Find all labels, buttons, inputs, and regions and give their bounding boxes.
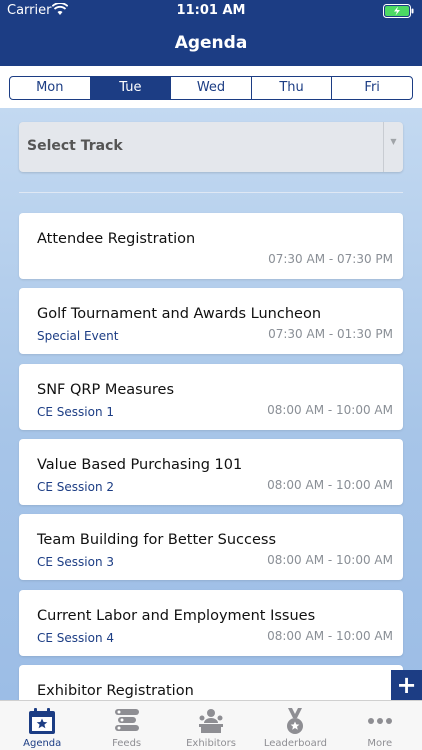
clock: 11:01 AM — [176, 3, 246, 18]
session-card[interactable]: Current Labor and Employment Issues CE S… — [19, 590, 403, 656]
tab-label: Leaderboard — [263, 738, 327, 749]
track-select[interactable]: Select Track ▼ — [19, 122, 403, 172]
tab-exhibitors[interactable]: Exhibitors — [169, 701, 253, 750]
tab-label: Exhibitors — [186, 738, 236, 749]
session-card[interactable]: Attendee Registration 07:30 AM - 07:30 P… — [19, 213, 403, 279]
tab-label: Feeds — [112, 738, 142, 749]
tab-feeds[interactable]: Feeds — [84, 701, 168, 750]
chevron-down-icon: ▼ — [383, 122, 403, 172]
session-track: Special Event — [37, 329, 119, 343]
session-title: Value Based Purchasing 101 — [37, 457, 243, 473]
battery-icon — [383, 4, 414, 18]
day-tab-thu[interactable]: Thu — [250, 77, 332, 99]
status-bar: Carrier 11:01 AM — [0, 0, 422, 22]
session-track: CE Session 1 — [37, 405, 115, 419]
day-tab-tue[interactable]: Tue — [89, 77, 171, 99]
session-time: 08:00 AM - 10:00 AM — [267, 553, 393, 567]
day-tab-wed[interactable]: Wed — [170, 77, 251, 99]
session-track: CE Session 3 — [37, 555, 115, 569]
session-title: Team Building for Better Success — [37, 532, 277, 548]
tab-leaderboard[interactable]: Leaderboard — [253, 701, 337, 750]
session-time: 08:00 AM - 10:00 AM — [267, 478, 393, 492]
track-select-label: Select Track — [27, 138, 123, 154]
session-title: Current Labor and Employment Issues — [37, 608, 316, 624]
day-tab-mon[interactable]: Mon — [10, 77, 90, 99]
session-title: SNF QRP Measures — [37, 382, 175, 398]
tab-agenda[interactable]: Agenda — [0, 701, 84, 750]
session-title: Golf Tournament and Awards Luncheon — [37, 306, 322, 322]
session-time: 08:00 AM - 10:00 AM — [267, 629, 393, 643]
tab-more[interactable]: More — [338, 701, 422, 750]
session-card[interactable]: Exhibitor Registration — [19, 665, 403, 700]
add-button[interactable]: + — [391, 670, 422, 701]
session-title: Exhibitor Registration — [37, 683, 194, 699]
tab-label: More — [367, 738, 393, 749]
header: Carrier 11:01 AM Agenda — [0, 0, 422, 66]
page-title: Agenda — [174, 33, 248, 53]
medal-icon — [287, 708, 304, 734]
session-time: 08:00 AM - 10:00 AM — [267, 403, 393, 417]
calendar-star-icon — [29, 708, 56, 734]
session-time: 07:30 AM - 07:30 PM — [268, 252, 393, 266]
session-title: Attendee Registration — [37, 231, 196, 247]
session-track: CE Session 2 — [37, 480, 115, 494]
divider — [19, 192, 403, 193]
tab-label: Agenda — [23, 738, 62, 749]
session-card[interactable]: SNF QRP Measures CE Session 1 08:00 AM -… — [19, 364, 403, 430]
session-track: CE Session 4 — [37, 631, 115, 645]
more-dots-icon — [367, 718, 392, 724]
session-card[interactable]: Team Building for Better Success CE Sess… — [19, 514, 403, 580]
feeds-icon — [114, 709, 139, 731]
exhibitors-icon — [199, 709, 224, 733]
session-card[interactable]: Golf Tournament and Awards Luncheon Spec… — [19, 288, 403, 354]
session-time: 07:30 AM - 01:30 PM — [268, 327, 393, 341]
agenda-content[interactable]: Select Track ▼ Attendee Registration 07:… — [0, 108, 422, 700]
day-selector: Mon Tue Wed Thu Fri — [9, 76, 413, 100]
day-tab-fri[interactable]: Fri — [331, 77, 412, 99]
tab-bar: Agenda Feeds Exhibitors Leaderboard More — [0, 700, 422, 750]
session-card[interactable]: Value Based Purchasing 101 CE Session 2 … — [19, 439, 403, 505]
